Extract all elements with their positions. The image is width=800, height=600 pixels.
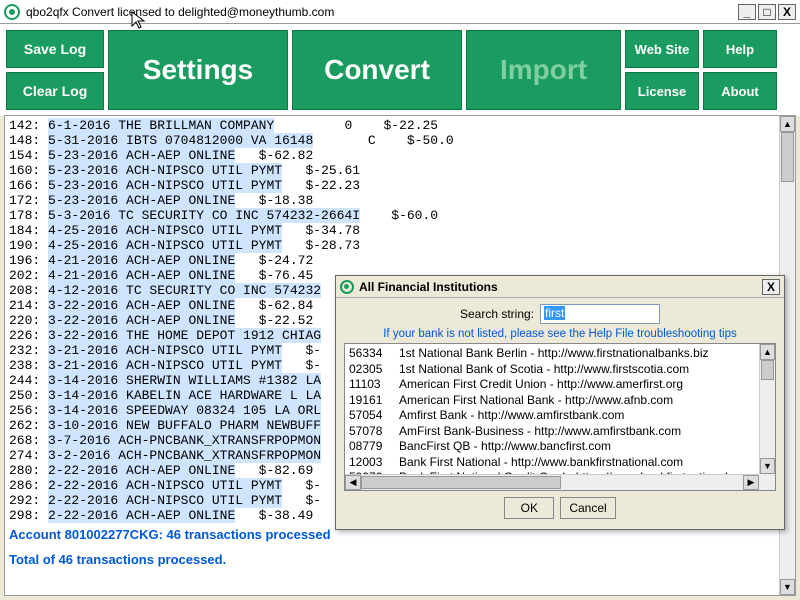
maximize-button[interactable]: □ — [758, 4, 776, 20]
website-button[interactable]: Web Site — [625, 30, 699, 68]
cancel-button[interactable]: Cancel — [560, 497, 615, 519]
dialog-logo-icon — [340, 280, 354, 294]
list-scroll-right-icon[interactable]: ▶ — [743, 475, 759, 490]
summary-total: Total of 46 transactions processed. — [9, 552, 791, 567]
scroll-up-icon[interactable]: ▲ — [780, 116, 795, 132]
log-line: 154: 5-23-2016 ACH-AEP ONLINE $-62.82 — [9, 148, 791, 163]
list-scroll-up-icon[interactable]: ▲ — [760, 344, 775, 360]
log-line: 172: 5-23-2016 ACH-AEP ONLINE $-18.38 — [9, 193, 791, 208]
help-button[interactable]: Help — [703, 30, 777, 68]
log-line: 190: 4-25-2016 ACH-NIPSCO UTIL PYMT $-28… — [9, 238, 791, 253]
bank-hint-link[interactable]: If your bank is not listed, please see t… — [344, 328, 776, 340]
save-log-button[interactable]: Save Log — [6, 30, 104, 68]
scroll-thumb[interactable] — [781, 132, 794, 182]
search-input[interactable]: first — [540, 304, 660, 324]
dialog-title: All Financial Institutions — [359, 280, 762, 294]
about-button[interactable]: About — [703, 72, 777, 110]
log-line: 142: 6-1-2016 THE BRILLMAN COMPANY 0 $-2… — [9, 118, 791, 133]
bank-list-row[interactable]: 08779BancFirst QB - http://www.bancfirst… — [349, 439, 771, 455]
import-button[interactable]: Import — [466, 30, 621, 110]
log-line: 184: 4-25-2016 ACH-NIPSCO UTIL PYMT $-34… — [9, 223, 791, 238]
clear-log-button[interactable]: Clear Log — [6, 72, 104, 110]
bank-list-row[interactable]: 12003Bank First National - http://www.ba… — [349, 455, 771, 471]
bank-list-row[interactable]: 19161American First National Bank - http… — [349, 393, 771, 409]
bank-list[interactable]: 563341st National Bank Berlin - http://w… — [344, 343, 776, 491]
minimize-button[interactable]: _ — [738, 4, 756, 20]
settings-button[interactable]: Settings — [108, 30, 288, 110]
list-hscrollbar[interactable]: ◀ ▶ — [345, 474, 759, 490]
list-scroll-down-icon[interactable]: ▼ — [760, 458, 775, 474]
list-vscrollbar[interactable]: ▲ ▼ — [759, 344, 775, 474]
bank-list-row[interactable]: 563341st National Bank Berlin - http://w… — [349, 346, 771, 362]
dialog-titlebar: All Financial Institutions X — [336, 276, 784, 298]
log-line: 196: 4-21-2016 ACH-AEP ONLINE $-24.72 — [9, 253, 791, 268]
toolbar: Save Log Clear Log Settings Convert Impo… — [0, 24, 800, 116]
bank-list-row[interactable]: 11103American First Credit Union - http:… — [349, 377, 771, 393]
list-vthumb[interactable] — [761, 360, 774, 380]
titlebar: qbo2qfx Convert licensed to delighted@mo… — [0, 0, 800, 24]
ok-button[interactable]: OK — [504, 497, 554, 519]
bank-list-row[interactable]: 57054Amfirst Bank - http://www.amfirstba… — [349, 408, 771, 424]
dialog-close-button[interactable]: X — [762, 279, 780, 295]
convert-button[interactable]: Convert — [292, 30, 462, 110]
list-hthumb[interactable] — [361, 476, 561, 489]
list-scroll-left-icon[interactable]: ◀ — [345, 475, 361, 490]
search-label: Search string: — [460, 307, 534, 321]
log-line: 160: 5-23-2016 ACH-NIPSCO UTIL PYMT $-25… — [9, 163, 791, 178]
window-title: qbo2qfx Convert licensed to delighted@mo… — [26, 5, 736, 19]
log-line: 166: 5-23-2016 ACH-NIPSCO UTIL PYMT $-22… — [9, 178, 791, 193]
log-line: 148: 5-31-2016 IBTS 0704812000 VA 16148 … — [9, 133, 791, 148]
bank-list-row[interactable]: 023051st National Bank of Scotia - http:… — [349, 362, 771, 378]
scroll-down-icon[interactable]: ▼ — [780, 579, 795, 595]
license-button[interactable]: License — [625, 72, 699, 110]
close-button[interactable]: X — [778, 4, 796, 20]
app-logo-icon — [4, 4, 20, 20]
log-line: 178: 5-3-2016 TC SECURITY CO INC 574232-… — [9, 208, 791, 223]
bank-list-row[interactable]: 57078AmFirst Bank-Business - http://www.… — [349, 424, 771, 440]
financial-institutions-dialog: All Financial Institutions X Search stri… — [335, 275, 785, 530]
